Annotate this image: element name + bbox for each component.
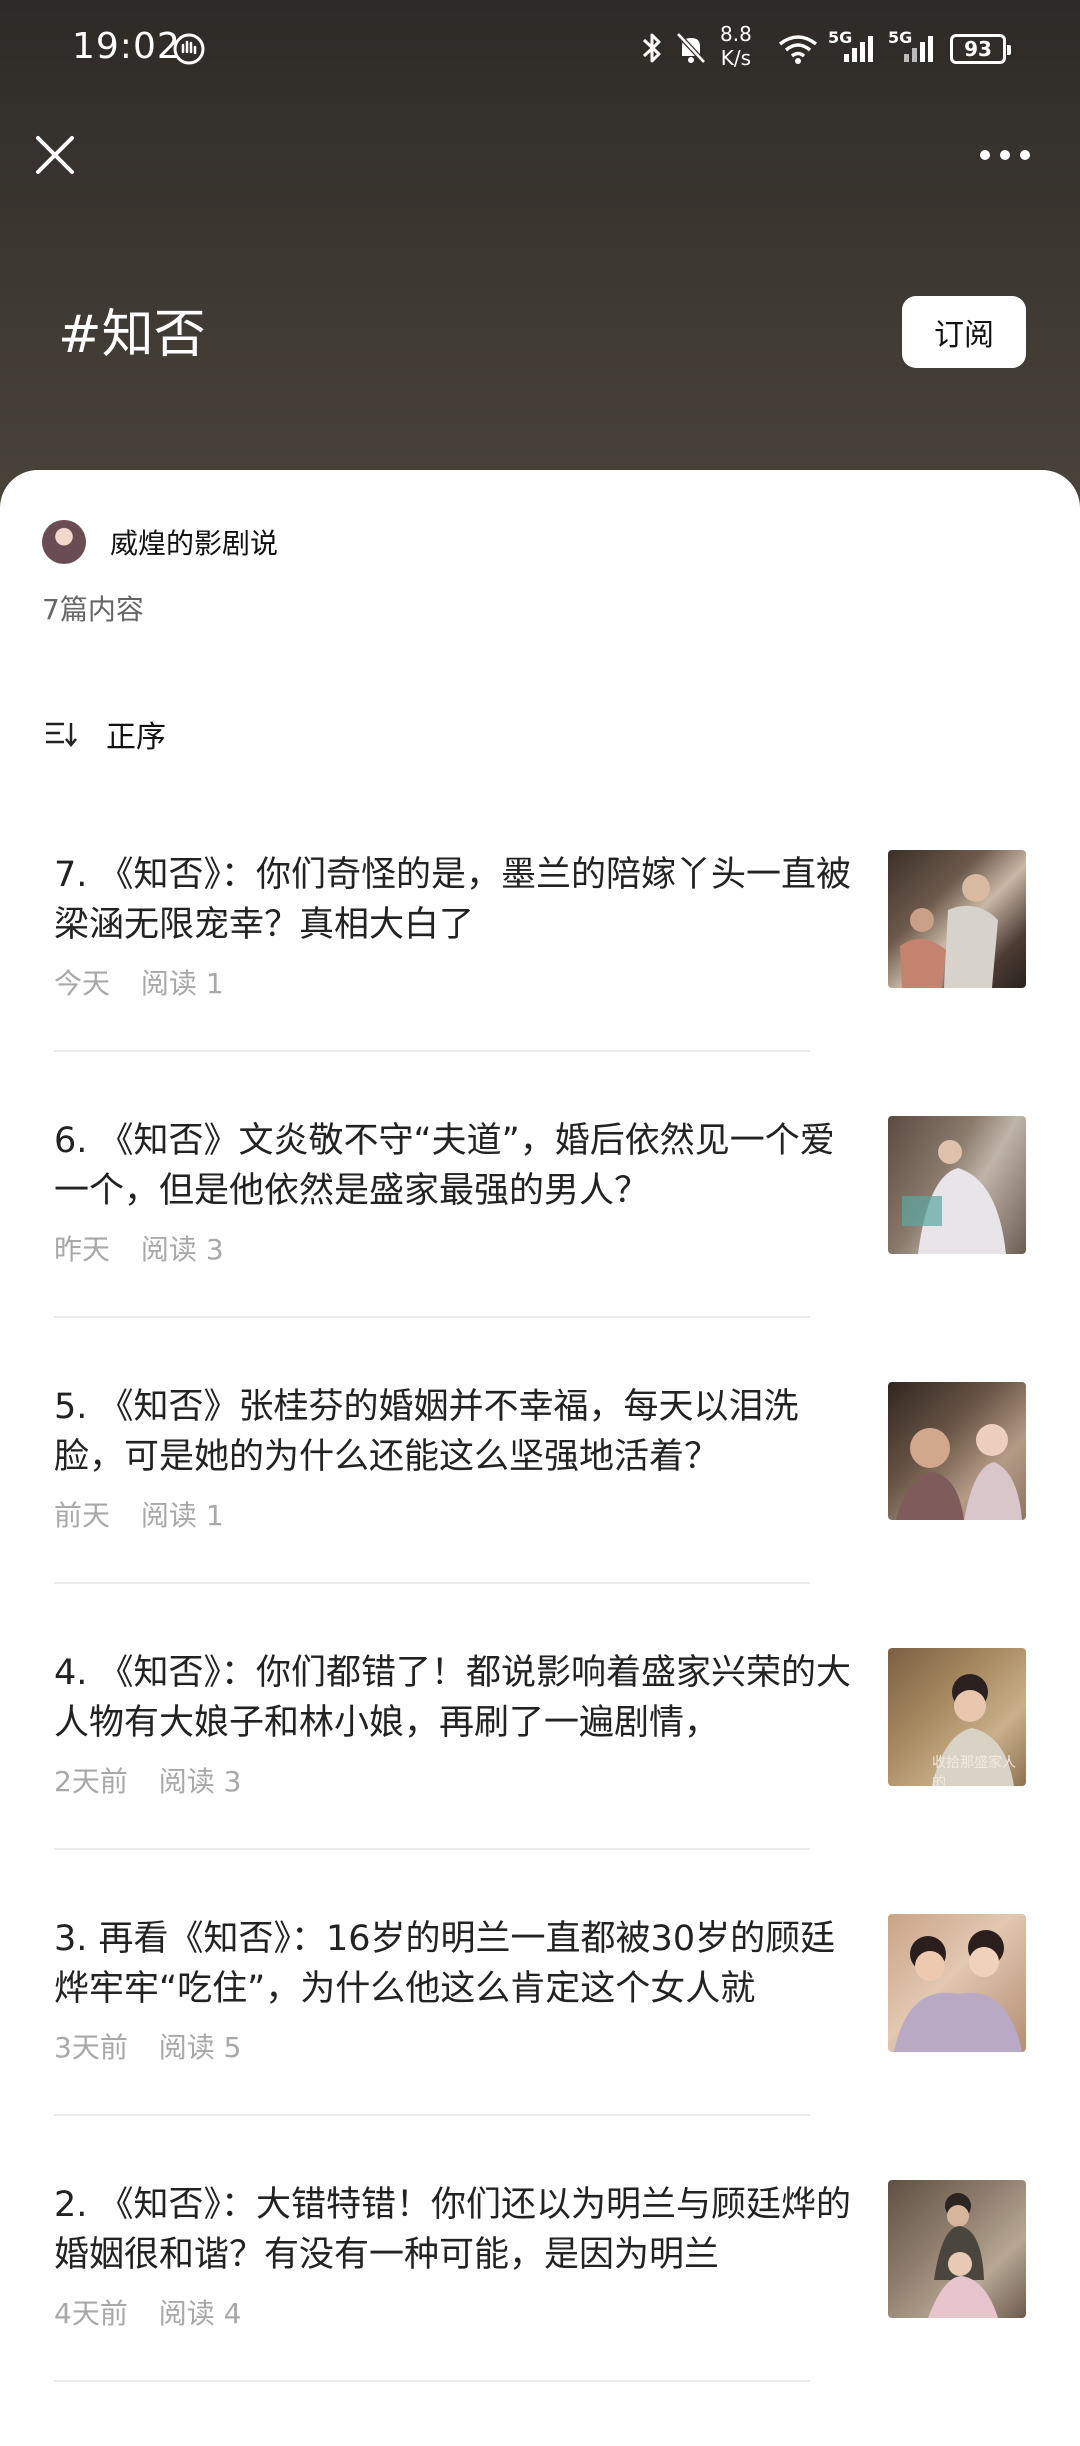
author-row[interactable]: 威煌的影剧说 [42, 520, 278, 564]
article-thumbnail[interactable] [888, 1116, 1026, 1254]
thumbnail-figures [894, 1930, 1022, 2052]
article-date: 3天前 [54, 2031, 128, 2064]
article-title: 2. 《知否》：大错特错！你们还以为明兰与顾廷烨的婚姻很和谐？有没有一种可能，是… [54, 2185, 852, 2275]
signal-icon [844, 36, 873, 62]
divider [54, 1848, 810, 1850]
sort-label: 正序 [106, 720, 166, 755]
sort-toggle[interactable]: 正序 [44, 712, 166, 756]
article-date: 前天 [54, 1499, 111, 1532]
status-bar: 19:02 8.8 K/s 5G 5G 93 [0, 0, 1080, 100]
close-icon[interactable] [30, 130, 80, 180]
article-date: 4天前 [54, 2297, 128, 2330]
article-reads: 阅读 4 [158, 2297, 242, 2330]
article-thumbnail[interactable] [888, 850, 1026, 988]
speed-value: 8.8 [720, 22, 752, 46]
article-reads: 阅读 3 [140, 1233, 224, 1266]
list-item[interactable]: 5. 《知否》张桂芬的婚姻并不幸福，每天以泪洗脸，可是她的为什么还能这么坚强地活… [0, 1382, 1080, 1648]
article-thumbnail[interactable] [888, 1382, 1026, 1520]
signal-icon-secondary [904, 36, 933, 62]
article-thumbnail[interactable]: 收拾那盛家人的 [888, 1648, 1026, 1786]
article-meta: 前天 阅读 1 [54, 1494, 224, 1534]
network-speed: 8.8 K/s [720, 22, 752, 70]
article-title: 4. 《知否》：你们都错了！都说影响着盛家兴荣的大人物有大娘子和林小娘，再刷了一… [54, 1653, 852, 1743]
mute-bell-icon [676, 32, 706, 64]
article-meta: 2天前 阅读 3 [54, 1760, 241, 1800]
battery-indicator: 93 [950, 34, 1011, 64]
bluetooth-icon [642, 33, 661, 63]
sort-order-icon [46, 722, 77, 747]
gesture-icon [173, 33, 205, 65]
thumbnail-figures [900, 874, 998, 988]
article-reads: 阅读 1 [140, 967, 224, 1000]
article-title: 3. 再看《知否》：16岁的明兰一直都被30岁的顾廷烨牢牢“吃住”，为什么他这么… [54, 1919, 836, 2009]
status-time: 19:02 [72, 26, 181, 67]
thumbnail-figures [896, 1424, 1022, 1520]
divider [54, 1582, 810, 1584]
article-meta: 今天 阅读 1 [54, 962, 224, 1002]
content-count: 7篇内容 [42, 593, 144, 626]
article-reads: 阅读 1 [140, 1499, 224, 1532]
article-list: 7. 《知否》：你们奇怪的是，墨兰的陪嫁丫头一直被梁涵无限宠幸？真相大白了 今天… [0, 850, 1080, 2446]
list-item[interactable]: 6. 《知否》文炎敬不守“夫道”，婚后依然见一个爱一个，但是他依然是盛家最强的男… [0, 1116, 1080, 1382]
article-title: 6. 《知否》文炎敬不守“夫道”，婚后依然见一个爱一个，但是他依然是盛家最强的男… [54, 1121, 835, 1211]
list-item[interactable]: 2. 《知否》：大错特错！你们还以为明兰与顾廷烨的婚姻很和谐？有没有一种可能，是… [0, 2180, 1080, 2446]
list-item[interactable]: 4. 《知否》：你们都错了！都说影响着盛家兴荣的大人物有大娘子和林小娘，再刷了一… [0, 1648, 1080, 1914]
topic-title: #知否 [58, 305, 206, 365]
divider [54, 1050, 810, 1052]
article-date: 昨天 [54, 1233, 111, 1266]
article-meta: 3天前 阅读 5 [54, 2026, 241, 2066]
subscribe-button[interactable]: 订阅 [902, 296, 1026, 368]
list-item[interactable]: 7. 《知否》：你们奇怪的是，墨兰的陪嫁丫头一直被梁涵无限宠幸？真相大白了 今天… [0, 850, 1080, 1116]
article-thumbnail[interactable] [888, 2180, 1026, 2318]
content-sheet: 威煌的影剧说 7篇内容 正序 7. 《知否》：你们奇怪的是，墨兰的陪嫁丫头一直被… [0, 470, 1080, 2400]
article-title: 7. 《知否》：你们奇怪的是，墨兰的陪嫁丫头一直被梁涵无限宠幸？真相大白了 [54, 855, 852, 945]
article-meta: 昨天 阅读 3 [54, 1228, 224, 1268]
divider [54, 1316, 810, 1318]
article-title: 5. 《知否》张桂芬的婚姻并不幸福，每天以泪洗脸，可是她的为什么还能这么坚强地活… [54, 1387, 799, 1477]
thumbnail-figures [902, 1140, 1006, 1254]
divider [54, 2380, 810, 2382]
article-thumbnail[interactable] [888, 1914, 1026, 2052]
article-date: 2天前 [54, 1765, 128, 1798]
article-reads: 阅读 3 [158, 1765, 242, 1798]
thumbnail-figures [928, 2193, 998, 2318]
author-name: 威煌的影剧说 [110, 527, 279, 560]
divider [54, 2114, 810, 2116]
wifi-icon [778, 35, 818, 64]
article-date: 今天 [54, 967, 111, 1000]
article-meta: 4天前 阅读 4 [54, 2292, 241, 2332]
speed-unit: K/s [720, 46, 752, 70]
more-options-icon[interactable] [975, 140, 1035, 170]
avatar [42, 520, 86, 564]
list-item[interactable]: 3. 再看《知否》：16岁的明兰一直都被30岁的顾廷烨牢牢“吃住”，为什么他这么… [0, 1914, 1080, 2180]
article-reads: 阅读 5 [158, 2031, 242, 2064]
thumbnail-caption: 收拾那盛家人的 [932, 1755, 1016, 1786]
